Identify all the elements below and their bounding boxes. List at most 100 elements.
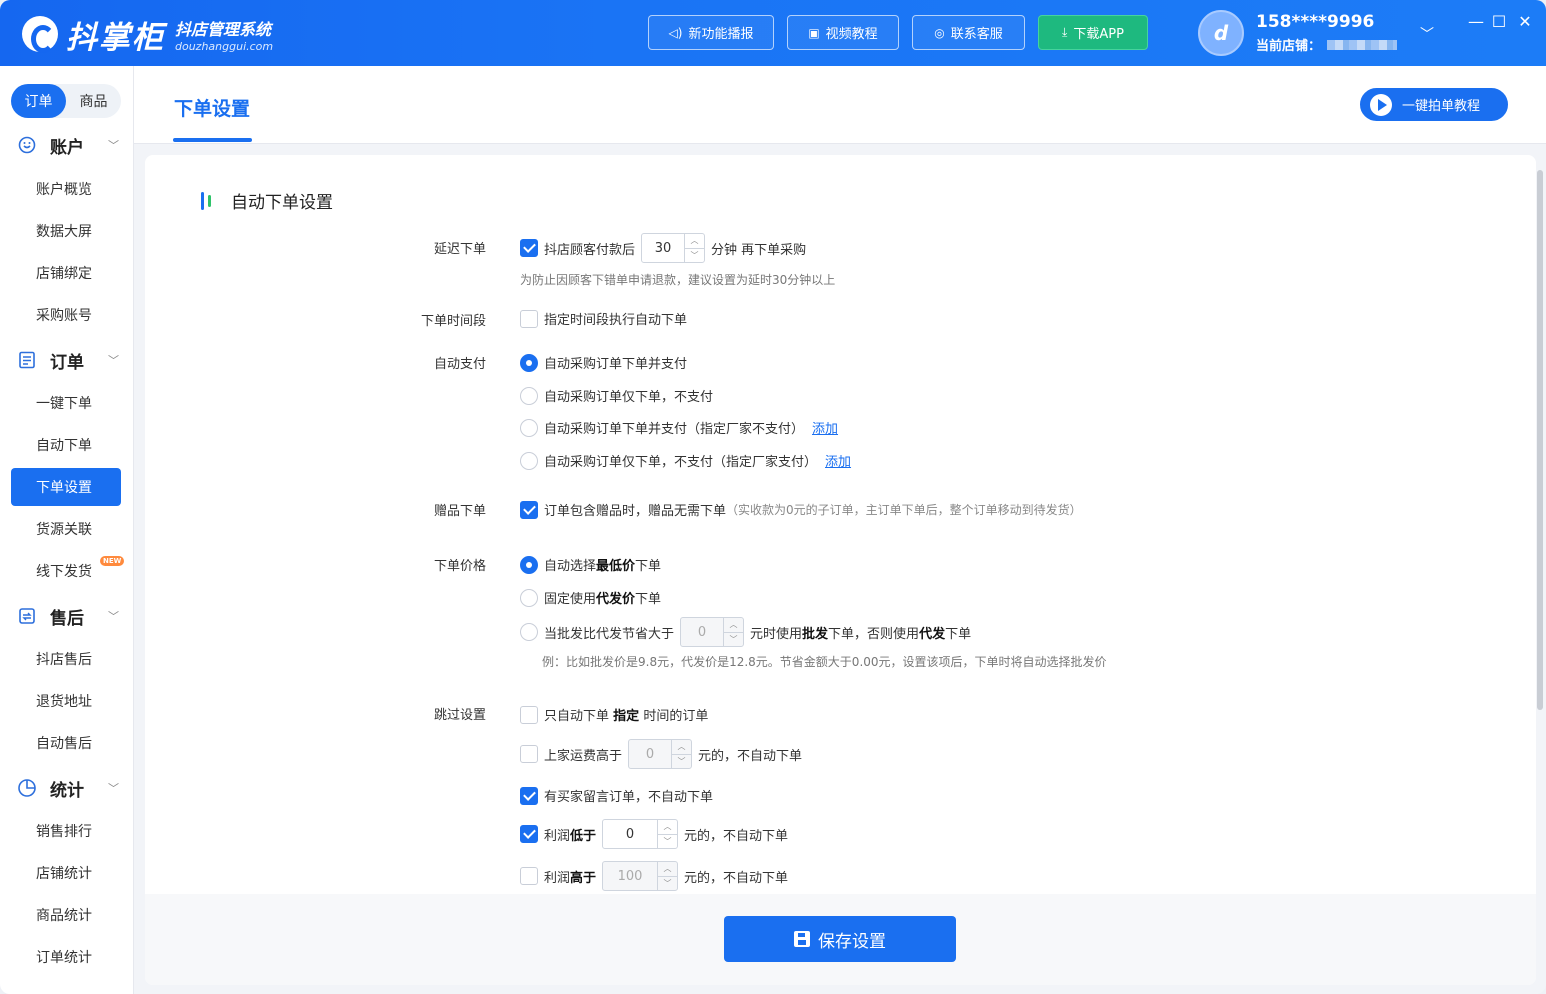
price-radio[interactable] bbox=[520, 555, 538, 574]
add-link[interactable]: 添加 bbox=[825, 451, 851, 470]
autopay-radio[interactable] bbox=[520, 386, 538, 405]
price-option-lowest[interactable]: 自动选择 最低价 下单 bbox=[520, 555, 661, 574]
close-icon[interactable]: ✕ bbox=[1515, 12, 1535, 31]
autopay-radio[interactable] bbox=[520, 418, 538, 437]
savings-threshold-stepper[interactable]: 0 ︿ ﹀ bbox=[680, 617, 745, 647]
sidebar-item-douyin-aftersale[interactable]: 抖店售后 bbox=[11, 640, 121, 678]
stepper-up-icon[interactable]: ︿ bbox=[658, 862, 677, 876]
freight-checkbox[interactable] bbox=[520, 745, 538, 763]
video-tutorial-button[interactable]: ▣ 视频教程 bbox=[787, 15, 899, 50]
timeslot-checkbox[interactable] bbox=[520, 309, 538, 328]
sidebar-item-account-overview[interactable]: 账户概览 bbox=[11, 170, 121, 208]
sidebar-item-return-address[interactable]: 退货地址 bbox=[11, 682, 121, 720]
new-badge: NEW bbox=[100, 556, 125, 566]
tab-orders[interactable]: 订单 bbox=[11, 84, 66, 118]
sidebar-item-source-link[interactable]: 货源关联 bbox=[11, 510, 121, 548]
logo-icon bbox=[22, 16, 58, 53]
app-domain: douzhanggui.com bbox=[175, 39, 274, 53]
profit-high-checkbox[interactable] bbox=[520, 867, 538, 885]
timeslot-row: 指定时间段执行自动下单 bbox=[520, 309, 687, 328]
autopay-option-2[interactable]: 自动采购订单仅下单，不支付 bbox=[520, 386, 713, 405]
sidebar-item-auto-order[interactable]: 自动下单 bbox=[11, 426, 121, 464]
save-settings-button[interactable]: 保存设置 bbox=[724, 916, 956, 962]
sidebar-item-product-stats[interactable]: 商品统计 bbox=[11, 896, 121, 934]
stepper-up-icon[interactable]: ︿ bbox=[672, 740, 691, 754]
stepper-up-icon[interactable]: ︿ bbox=[685, 234, 704, 248]
sidebar-item-purchase-account[interactable]: 采购账号 bbox=[11, 296, 121, 334]
profit-high-stepper[interactable]: 100 ︿ ﹀ bbox=[602, 861, 679, 891]
sidebar-item-order-settings[interactable]: 下单设置 bbox=[11, 468, 121, 506]
autopay-radio[interactable] bbox=[520, 353, 538, 372]
stepper-down-icon[interactable]: ﹀ bbox=[658, 833, 678, 849]
freight-stepper[interactable]: 0 ︿ ﹀ bbox=[628, 739, 693, 769]
price-hint: 例：比如批发价是9.8元，代发价是12.8元。节省金额大于0.00元，设置该项后… bbox=[542, 655, 1107, 669]
scrollbar[interactable] bbox=[1537, 170, 1543, 710]
sidebar-group-orders[interactable]: 订单 ﹀ bbox=[0, 342, 134, 378]
chevron-down-icon: ﹀ bbox=[108, 782, 119, 795]
price-radio[interactable] bbox=[520, 623, 538, 641]
section-marker-icon bbox=[201, 191, 211, 210]
chevron-down-icon: ﹀ bbox=[108, 610, 119, 623]
autopay-option-3[interactable]: 自动采购订单下单并支付（指定厂家不支付） 添加 bbox=[520, 418, 838, 437]
download-app-button[interactable]: ⤓ 下载APP bbox=[1038, 15, 1148, 50]
active-tab-indicator bbox=[173, 138, 252, 142]
section-title: 自动下单设置 bbox=[201, 188, 333, 213]
profit-low-stepper[interactable]: 0 ︿ ﹀ bbox=[602, 819, 679, 849]
video-icon: ▣ bbox=[808, 25, 820, 40]
sidebar-item-order-stats[interactable]: 订单统计 bbox=[11, 938, 121, 976]
minimize-icon[interactable]: — bbox=[1466, 12, 1486, 31]
title-bar: 抖掌柜 抖店管理系统 douzhanggui.com ◁) 新功能播报 ▣ 视频… bbox=[0, 0, 1546, 66]
price-option-wholesale[interactable]: 当批发比代发节省大于 0 ︿ ﹀ 元时使用 批发 下单，否则使用 代发 下单 bbox=[520, 617, 971, 647]
sidebar-item-store-binding[interactable]: 店铺绑定 bbox=[11, 254, 121, 292]
delay-checkbox[interactable] bbox=[520, 239, 538, 257]
avatar[interactable]: d bbox=[1198, 10, 1244, 56]
stepper-down-icon[interactable]: ﹀ bbox=[672, 753, 692, 769]
save-icon bbox=[794, 931, 810, 947]
price-radio[interactable] bbox=[520, 588, 538, 607]
sidebar-group-aftersale[interactable]: 售后 ﹀ bbox=[0, 598, 134, 634]
gift-row: 订单包含赠品时，赠品无需下单 （实收款为0元的子订单，主订单下单后，整个订单移动… bbox=[520, 500, 1082, 519]
stepper-down-icon[interactable]: ﹀ bbox=[724, 631, 744, 647]
store-name-redacted bbox=[1327, 39, 1398, 50]
sidebar-item-sales-ranking[interactable]: 销售排行 bbox=[11, 812, 121, 850]
only-time-checkbox[interactable] bbox=[520, 705, 538, 724]
play-icon bbox=[1370, 93, 1392, 116]
add-link[interactable]: 添加 bbox=[812, 418, 838, 437]
profit-low-checkbox[interactable] bbox=[520, 825, 538, 843]
sidebar-item-store-stats[interactable]: 店铺统计 bbox=[11, 854, 121, 892]
contact-support-button[interactable]: ◎ 联系客服 bbox=[912, 15, 1025, 50]
tab-products[interactable]: 商品 bbox=[66, 84, 121, 118]
stepper-down-icon[interactable]: ﹀ bbox=[685, 247, 705, 263]
page-title[interactable]: 下单设置 bbox=[174, 94, 250, 121]
sidebar-group-account[interactable]: 账户 ﹀ bbox=[0, 127, 134, 163]
delay-label: 延迟下单 bbox=[433, 242, 486, 257]
autopay-radio[interactable] bbox=[520, 451, 538, 470]
sidebar-group-stats[interactable]: 统计 ﹀ bbox=[0, 770, 134, 806]
stepper-down-icon[interactable]: ﹀ bbox=[658, 875, 678, 891]
skip-only-time-row: 只自动下单 指定 时间的订单 bbox=[520, 705, 708, 724]
timeslot-label: 下单时间段 bbox=[420, 314, 486, 329]
speaker-icon: ◁) bbox=[668, 25, 683, 40]
autopay-option-4[interactable]: 自动采购订单仅下单，不支付（指定厂家支付） 添加 bbox=[520, 451, 851, 470]
stepper-up-icon[interactable]: ︿ bbox=[658, 820, 677, 834]
autopay-option-1[interactable]: 自动采购订单下单并支付 bbox=[520, 353, 687, 372]
sidebar-item-one-click-order[interactable]: 一键下单 bbox=[11, 384, 121, 422]
buyer-message-checkbox[interactable] bbox=[520, 786, 538, 805]
delay-minutes-stepper[interactable]: 30 ︿ ﹀ bbox=[641, 233, 706, 263]
stepper-up-icon[interactable]: ︿ bbox=[724, 618, 743, 632]
price-option-dropship[interactable]: 固定使用 代发价 下单 bbox=[520, 588, 661, 607]
new-features-button[interactable]: ◁) 新功能播报 bbox=[648, 15, 774, 50]
chevron-down-icon[interactable]: ﹀ bbox=[1420, 24, 1434, 44]
order-icon bbox=[17, 350, 37, 370]
sidebar-item-offline-ship[interactable]: 线下发货 NEW bbox=[11, 552, 125, 590]
skip-buyer-message-row: 有买家留言订单，不自动下单 bbox=[520, 786, 713, 805]
maximize-icon[interactable]: ☐ bbox=[1489, 12, 1509, 31]
tutorial-button[interactable]: 一键拍单教程 bbox=[1360, 88, 1508, 121]
sidebar-item-data-screen[interactable]: 数据大屏 bbox=[11, 212, 121, 250]
gift-checkbox[interactable] bbox=[520, 500, 538, 519]
page-header: 下单设置 一键拍单教程 bbox=[134, 66, 1546, 144]
delay-hint: 为防止因顾客下错单申请退款，建议设置为延时30分钟以上 bbox=[520, 273, 836, 287]
skip-profit-high-row: 利润 高于 100 ︿ ﹀ 元的，不自动下单 bbox=[520, 861, 788, 891]
sidebar-item-auto-aftersale[interactable]: 自动售后 bbox=[11, 724, 121, 762]
gift-label: 赠品下单 bbox=[433, 504, 486, 519]
